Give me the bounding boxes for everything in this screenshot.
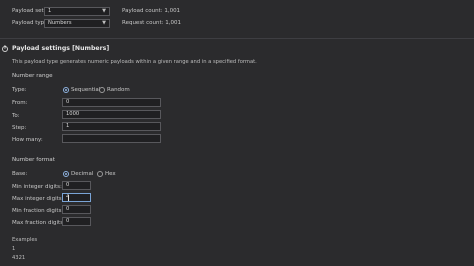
how-many-input[interactable] xyxy=(62,134,161,143)
payload-set-label: Payload set: xyxy=(12,8,46,14)
sequential-radio[interactable] xyxy=(63,87,69,93)
max-integer-digits-label: Max integer digits: xyxy=(12,196,64,202)
to-label: To: xyxy=(12,113,20,119)
random-label: Random xyxy=(107,87,130,93)
number-format-heading: Number format xyxy=(12,157,55,163)
payload-type-value: Numbers xyxy=(48,20,72,26)
section-divider xyxy=(0,38,474,39)
chevron-down-icon: ▼ xyxy=(102,8,106,14)
decimal-radio[interactable] xyxy=(63,171,69,177)
example-2: 4321 xyxy=(12,255,26,261)
base-label: Base: xyxy=(12,171,28,177)
settings-title: Payload settings [Numbers] xyxy=(12,45,110,52)
help-icon[interactable]: ? xyxy=(2,46,8,52)
text-cursor xyxy=(68,194,69,201)
from-label: From: xyxy=(12,100,28,106)
from-input[interactable]: 0 xyxy=(62,98,161,107)
examples-heading: Examples xyxy=(12,237,38,243)
hex-label: Hex xyxy=(105,171,116,177)
payload-set-select[interactable]: 1 ▼ xyxy=(44,7,110,16)
min-integer-digits-input[interactable]: 0 xyxy=(62,181,91,190)
max-fraction-digits-input[interactable]: 0 xyxy=(62,217,91,226)
decimal-label: Decimal xyxy=(71,171,94,177)
payload-type-select[interactable]: Numbers ▼ xyxy=(44,19,110,28)
min-fraction-digits-input[interactable]: 0 xyxy=(62,205,91,214)
sequential-label: Sequential xyxy=(71,87,101,93)
chevron-down-icon: ▼ xyxy=(102,20,106,26)
number-range-heading: Number range xyxy=(12,73,53,79)
hex-radio[interactable] xyxy=(97,171,103,177)
to-input[interactable]: 1000 xyxy=(62,110,161,119)
step-label: Step: xyxy=(12,125,27,131)
settings-description: This payload type generates numeric payl… xyxy=(12,59,257,65)
type-label: Type: xyxy=(12,87,27,93)
max-fraction-digits-label: Max fraction digits: xyxy=(12,220,65,226)
min-fraction-digits-label: Min fraction digits: xyxy=(12,208,64,214)
how-many-label: How many: xyxy=(12,137,43,143)
step-input[interactable]: 1 xyxy=(62,122,161,131)
min-integer-digits-label: Min integer digits: xyxy=(12,184,62,190)
request-count: Request count: 1,001 xyxy=(122,20,181,26)
random-radio[interactable] xyxy=(99,87,105,93)
max-integer-digits-input[interactable]: 4 xyxy=(62,193,91,202)
payload-set-value: 1 xyxy=(48,8,52,14)
example-1: 1 xyxy=(12,246,16,252)
payload-count: Payload count: 1,001 xyxy=(122,8,181,14)
